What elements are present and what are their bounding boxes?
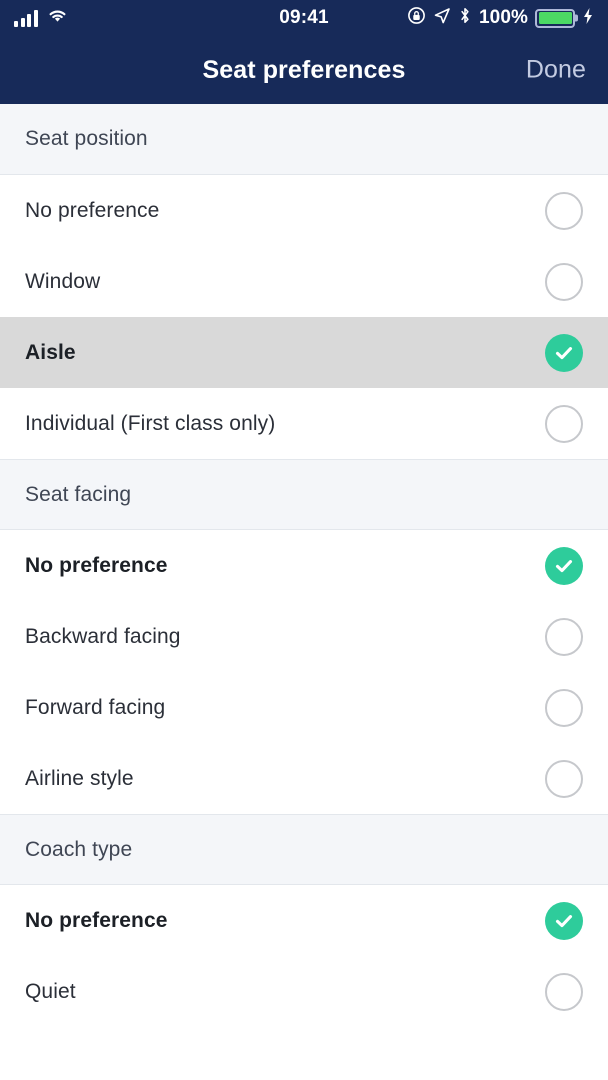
preferences-list: Seat position No preference Window Aisle Ind… bbox=[0, 104, 608, 1080]
status-bar-right: 100% bbox=[407, 6, 594, 30]
preference-row[interactable]: Quiet bbox=[0, 956, 608, 1027]
navigation-bar: Seat preferences Done bbox=[0, 36, 608, 104]
preference-label: Quiet bbox=[25, 979, 76, 1003]
section-header: Seat facing bbox=[0, 459, 608, 530]
cellular-signal-icon bbox=[14, 9, 38, 27]
section-header: Seat position bbox=[0, 104, 608, 175]
preference-label: Aisle bbox=[25, 340, 76, 364]
page-title: Seat preferences bbox=[202, 55, 406, 84]
preference-row[interactable]: Forward facing bbox=[0, 672, 608, 743]
battery-percent-label: 100% bbox=[479, 7, 528, 28]
checkmark-icon[interactable] bbox=[545, 333, 583, 372]
preference-row[interactable]: Aisle bbox=[0, 317, 608, 388]
radio-unselected-icon[interactable] bbox=[545, 404, 583, 443]
wifi-icon bbox=[47, 8, 68, 29]
rotation-lock-icon bbox=[407, 6, 426, 30]
preference-row[interactable]: No preference bbox=[0, 175, 608, 246]
checkmark-icon[interactable] bbox=[545, 546, 583, 585]
battery-full-icon bbox=[535, 8, 575, 28]
preference-row[interactable]: No preference bbox=[0, 530, 608, 601]
radio-unselected-icon[interactable] bbox=[545, 972, 583, 1011]
preference-label: No preference bbox=[25, 553, 168, 577]
section-header-label: Seat facing bbox=[25, 482, 132, 506]
preference-row[interactable]: Window bbox=[0, 246, 608, 317]
preference-row[interactable]: Individual (First class only) bbox=[0, 388, 608, 459]
section-header-label: Coach type bbox=[25, 837, 133, 861]
preference-label: Airline style bbox=[25, 766, 134, 790]
preference-row[interactable]: Backward facing bbox=[0, 601, 608, 672]
preference-label: Forward facing bbox=[25, 695, 166, 719]
radio-unselected-icon[interactable] bbox=[545, 617, 583, 656]
preference-label: No preference bbox=[25, 908, 168, 932]
section-header-label: Seat position bbox=[25, 127, 148, 150]
seat-preferences-screen: 09:41 100% Seat preferences Done Seat po… bbox=[0, 0, 608, 1080]
preference-row[interactable]: Airline style bbox=[0, 743, 608, 814]
location-arrow-icon bbox=[433, 7, 451, 30]
preference-label: No preference bbox=[25, 198, 160, 222]
radio-unselected-icon[interactable] bbox=[545, 262, 583, 301]
radio-unselected-icon[interactable] bbox=[545, 688, 583, 727]
preference-label: Individual (First class only) bbox=[25, 411, 276, 435]
radio-unselected-icon[interactable] bbox=[545, 759, 583, 798]
done-button[interactable]: Done bbox=[526, 56, 586, 85]
preference-label: Window bbox=[25, 269, 101, 293]
lightning-bolt-icon bbox=[582, 7, 594, 30]
preference-row[interactable]: No preference bbox=[0, 885, 608, 956]
preference-label: Backward facing bbox=[25, 624, 181, 648]
bluetooth-icon bbox=[458, 6, 472, 30]
checkmark-icon[interactable] bbox=[545, 901, 583, 940]
section-header: Coach type bbox=[0, 814, 608, 885]
radio-unselected-icon[interactable] bbox=[545, 191, 583, 230]
status-bar-left bbox=[14, 8, 68, 29]
status-bar: 09:41 100% bbox=[0, 0, 608, 36]
